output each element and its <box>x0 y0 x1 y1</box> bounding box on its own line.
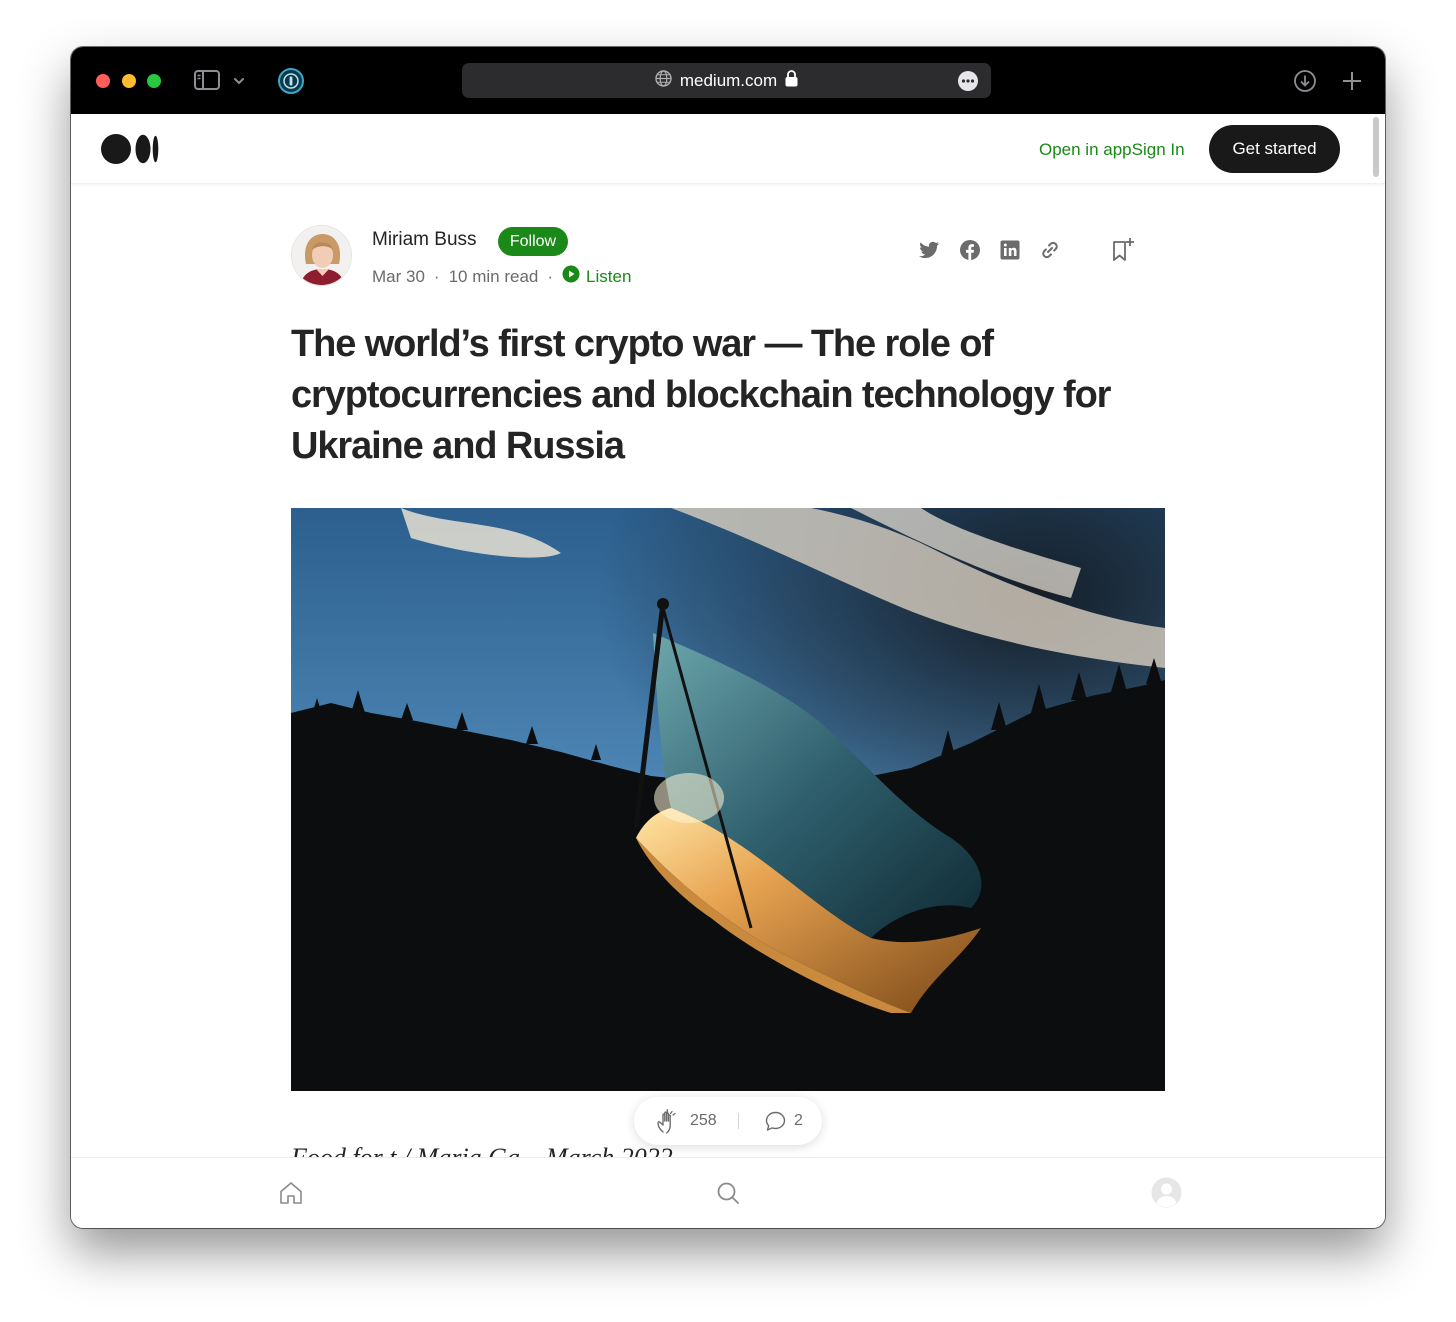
globe-icon <box>655 69 672 92</box>
url-text[interactable]: medium.com <box>680 71 777 91</box>
comment-count: 2 <box>794 1112 803 1129</box>
home-icon[interactable] <box>277 1179 305 1207</box>
play-icon <box>562 265 580 288</box>
article-meta: Mar 30 · 10 min read · Listen <box>372 265 631 288</box>
linkedin-icon[interactable] <box>998 238 1022 262</box>
meta-separator: · <box>547 266 554 286</box>
more-icon[interactable] <box>958 71 978 91</box>
header-links: Open in appSign In <box>1039 140 1185 160</box>
get-started-button[interactable]: Get started <box>1209 125 1340 173</box>
bookmark-add-icon[interactable] <box>1110 236 1136 264</box>
lock-icon <box>785 69 798 92</box>
author-name[interactable]: Miriam Buss <box>372 229 477 251</box>
browser-window: medium.com Open in appSign In Get starte… <box>71 47 1385 1228</box>
profile-icon[interactable] <box>1151 1177 1182 1208</box>
clap-count: 258 <box>690 1112 717 1129</box>
engagement-bar: 258 2 <box>634 1097 822 1145</box>
close-window-button[interactable] <box>96 74 110 88</box>
address-bar[interactable]: medium.com <box>462 63 991 98</box>
ukraine-flag-photo <box>291 508 1165 1091</box>
twitter-icon[interactable] <box>917 238 941 262</box>
follow-button[interactable]: Follow <box>498 227 568 256</box>
plus-icon[interactable] <box>1339 68 1365 94</box>
facebook-icon[interactable] <box>958 238 982 262</box>
medium-logo[interactable] <box>101 134 161 164</box>
zoom-window-button[interactable] <box>147 74 161 88</box>
divider <box>738 1113 739 1129</box>
password-manager-icon[interactable] <box>276 66 306 96</box>
scrollbar-thumb[interactable] <box>1373 117 1379 177</box>
minimize-window-button[interactable] <box>122 74 136 88</box>
read-time: 10 min read <box>448 266 539 286</box>
author-avatar[interactable] <box>291 225 352 286</box>
listen-label: Listen <box>586 266 632 286</box>
browser-toolbar: medium.com <box>71 47 1385 114</box>
comment-icon[interactable] <box>764 1110 787 1133</box>
publish-date: Mar 30 <box>372 266 425 286</box>
listen-button[interactable]: Listen <box>562 265 631 288</box>
meta-separator: · <box>433 266 440 286</box>
chevron-down-icon[interactable] <box>229 71 249 91</box>
link-icon[interactable] <box>1038 238 1062 262</box>
sign-in-link[interactable]: Sign In <box>1132 140 1185 159</box>
clap-icon[interactable] <box>654 1108 682 1136</box>
bottom-nav <box>71 1157 1385 1228</box>
sidebar-icon[interactable] <box>193 68 221 92</box>
article-title: The world’s first crypto war — The role … <box>291 323 1111 467</box>
search-icon[interactable] <box>714 1179 742 1207</box>
site-header: Open in appSign In Get started <box>71 114 1385 184</box>
download-icon[interactable] <box>1292 68 1318 94</box>
open-in-app-link[interactable]: Open in app <box>1039 140 1132 159</box>
